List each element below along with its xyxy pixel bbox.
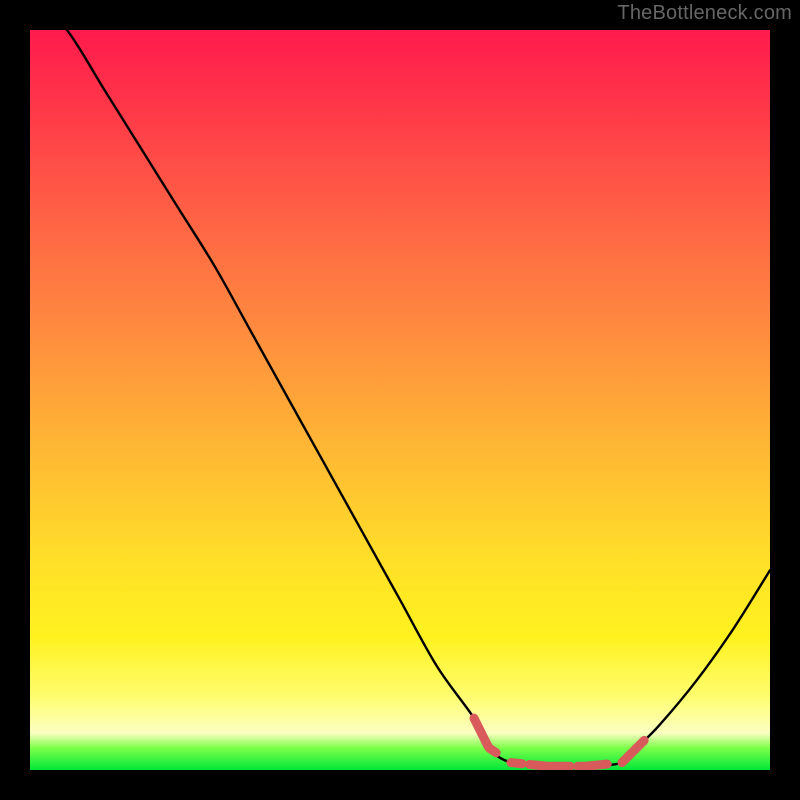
marker-dash xyxy=(474,718,496,753)
marker-dash xyxy=(622,740,644,762)
marker-group xyxy=(474,718,644,766)
marker-dash xyxy=(511,763,522,764)
attribution-label: TheBottleneck.com xyxy=(617,2,792,25)
plot-area xyxy=(30,30,770,770)
chart-frame: TheBottleneck.com xyxy=(0,0,800,800)
marker-dash xyxy=(578,764,608,766)
marker-dash xyxy=(530,764,571,766)
curve-svg xyxy=(30,30,770,770)
bottleneck-curve xyxy=(30,30,770,767)
